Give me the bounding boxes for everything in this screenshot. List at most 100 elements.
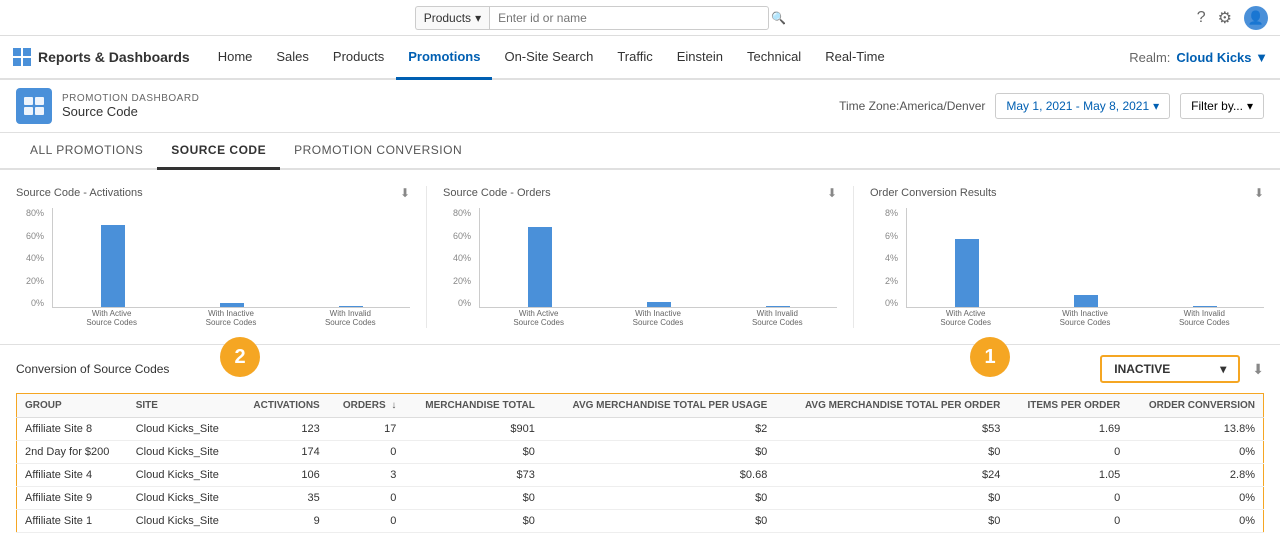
conversion-header: Conversion of Source Codes 2 1 INACTIVE …	[0, 345, 1280, 393]
product-dropdown[interactable]: Products ▾	[415, 6, 489, 30]
col-avg-merch-order: AVG MERCHANDISE TOTAL PER ORDER	[775, 394, 1008, 418]
top-bar: Products ▾ 🔍 ? ⚙ 👤	[0, 0, 1280, 36]
cell-items-per-order: 0	[1008, 487, 1128, 510]
table-row: Affiliate Site 4 Cloud Kicks_Site 106 3 …	[17, 464, 1264, 487]
top-bar-icons: ? ⚙ 👤	[1197, 6, 1268, 30]
logo-icon	[12, 47, 32, 67]
cell-orders: 0	[328, 510, 405, 533]
cell-activations: 35	[237, 487, 328, 510]
col-order-conversion: ORDER CONVERSION	[1128, 394, 1263, 418]
realm-value[interactable]: Cloud Kicks ▼	[1176, 50, 1268, 65]
cell-items-per-order: 0	[1008, 441, 1128, 464]
charts-section: Source Code - Activations ⬇ 80% 60% 40% …	[0, 170, 1280, 345]
table-row: 2nd Day for $200 Cloud Kicks_Site 174 0 …	[17, 441, 1264, 464]
bar-active-orders	[528, 227, 552, 307]
cell-activations: 106	[237, 464, 328, 487]
tab-source-code[interactable]: SOURCE CODE	[157, 133, 280, 170]
col-avg-merch-usage: AVG MERCHANDISE TOTAL PER USAGE	[543, 394, 775, 418]
nav-item-products[interactable]: Products	[321, 36, 396, 80]
cell-activations: 123	[237, 418, 328, 441]
status-dropdown-arrow-icon: ▾	[1220, 362, 1226, 376]
cell-avg-merch-order: $53	[775, 418, 1008, 441]
cell-merch-total: $0	[404, 510, 543, 533]
nav-item-einstein[interactable]: Einstein	[665, 36, 735, 80]
conversion-download-icon[interactable]: ⬇	[1252, 361, 1264, 378]
cell-avg-merch-usage: $0	[543, 487, 775, 510]
nav-item-promotions[interactable]: Promotions	[396, 36, 492, 80]
lower-section: Conversion of Source Codes 2 1 INACTIVE …	[0, 345, 1280, 549]
bar-invalid-activations	[339, 306, 363, 307]
date-range-arrow-icon: ▾	[1153, 99, 1159, 113]
sub-header-text: PROMOTION DASHBOARD Source Code	[62, 93, 199, 119]
cell-site: Cloud Kicks_Site	[128, 418, 237, 441]
col-site: SITE	[128, 394, 237, 418]
chart-1-y-axis: 80% 60% 40% 20% 0%	[16, 208, 48, 308]
cell-group: 2nd Day for $200	[17, 441, 128, 464]
chart-orders: Source Code - Orders ⬇ 80% 60% 40% 20% 0…	[427, 186, 854, 328]
realm-label: Realm:	[1129, 50, 1170, 65]
filter-button[interactable]: Filter by... ▾	[1180, 93, 1264, 119]
tab-promotion-conversion[interactable]: PROMOTION CONVERSION	[280, 133, 476, 170]
chart-order-conversion: Order Conversion Results ⬇ 8% 6% 4% 2% 0…	[854, 186, 1264, 328]
sub-header: PROMOTION DASHBOARD Source Code Time Zon…	[0, 80, 1280, 133]
tabs-bar: ALL PROMOTIONS SOURCE CODE PROMOTION CON…	[0, 133, 1280, 170]
chart-2-bars	[479, 208, 837, 308]
chart-1-bar-active	[61, 225, 164, 307]
chart-1-bar-invalid	[299, 306, 402, 307]
search-input[interactable]	[489, 6, 769, 30]
nav-item-traffic[interactable]: Traffic	[605, 36, 664, 80]
filter-arrow-icon: ▾	[1247, 99, 1253, 113]
chart-1-download-icon[interactable]: ⬇	[400, 186, 410, 200]
chart-2-download-icon[interactable]: ⬇	[827, 186, 837, 200]
col-activations: ACTIVATIONS	[237, 394, 328, 418]
table-row: Affiliate Site 1 Cloud Kicks_Site 9 0 $0…	[17, 510, 1264, 533]
bar-inactive-orders	[647, 302, 671, 307]
cell-order-conversion: 0%	[1128, 441, 1263, 464]
chart-3-y-axis: 8% 6% 4% 2% 0%	[870, 208, 902, 308]
nav-item-home[interactable]: Home	[206, 36, 265, 80]
nav-logo-text: Reports & Dashboards	[38, 49, 190, 65]
badge-2: 2	[220, 337, 260, 377]
cell-merch-total: $0	[404, 487, 543, 510]
cell-merch-total: $73	[404, 464, 543, 487]
cell-merch-total: $0	[404, 441, 543, 464]
cell-site: Cloud Kicks_Site	[128, 487, 237, 510]
cell-items-per-order: 1.69	[1008, 418, 1128, 441]
tab-all-promotions[interactable]: ALL PROMOTIONS	[16, 133, 157, 170]
table-row: Affiliate Site 8 Cloud Kicks_Site 123 17…	[17, 418, 1264, 441]
chart-3-bars	[906, 208, 1264, 308]
cell-site: Cloud Kicks_Site	[128, 464, 237, 487]
user-avatar[interactable]: 👤	[1244, 6, 1268, 30]
nav-item-technical[interactable]: Technical	[735, 36, 813, 80]
col-group: GROUP	[17, 394, 128, 418]
timezone-label: Time Zone:America/Denver	[839, 99, 985, 113]
col-items-per-order: ITEMS PER ORDER	[1008, 394, 1128, 418]
conversion-title: Conversion of Source Codes	[16, 362, 169, 376]
help-icon[interactable]: ?	[1197, 9, 1206, 27]
cell-group: Affiliate Site 4	[17, 464, 128, 487]
cell-avg-merch-usage: $0	[543, 441, 775, 464]
search-icon[interactable]: 🔍	[771, 11, 786, 25]
bar-active-conversion	[955, 239, 979, 307]
sub-header-right: Time Zone:America/Denver May 1, 2021 - M…	[839, 93, 1264, 119]
nav-item-sales[interactable]: Sales	[264, 36, 321, 80]
settings-icon[interactable]: ⚙	[1218, 8, 1232, 28]
chart-2-y-axis: 80% 60% 40% 20% 0%	[443, 208, 475, 308]
chart-3-download-icon[interactable]: ⬇	[1254, 186, 1264, 200]
status-dropdown[interactable]: INACTIVE ▾	[1100, 355, 1240, 383]
cell-avg-merch-order: $24	[775, 464, 1008, 487]
chart-1-title: Source Code - Activations ⬇	[16, 186, 410, 200]
date-range-button[interactable]: May 1, 2021 - May 8, 2021 ▾	[995, 93, 1170, 119]
bar-inactive-activations	[220, 303, 244, 307]
table-header: GROUP SITE ACTIVATIONS ORDERS ↓ MERCHAND…	[17, 394, 1264, 418]
nav-item-onsite-search[interactable]: On-Site Search	[492, 36, 605, 80]
nav-item-realtime[interactable]: Real-Time	[813, 36, 896, 80]
chart-2-bar-active	[488, 227, 591, 307]
product-dropdown-label: Products	[424, 11, 471, 25]
cell-merch-total: $901	[404, 418, 543, 441]
col-orders[interactable]: ORDERS ↓	[328, 394, 405, 418]
table-row: Affiliate Site 9 Cloud Kicks_Site 35 0 $…	[17, 487, 1264, 510]
cell-avg-merch-usage: $0	[543, 510, 775, 533]
nav-realm: Realm: Cloud Kicks ▼	[1129, 50, 1268, 65]
cell-group: Affiliate Site 1	[17, 510, 128, 533]
